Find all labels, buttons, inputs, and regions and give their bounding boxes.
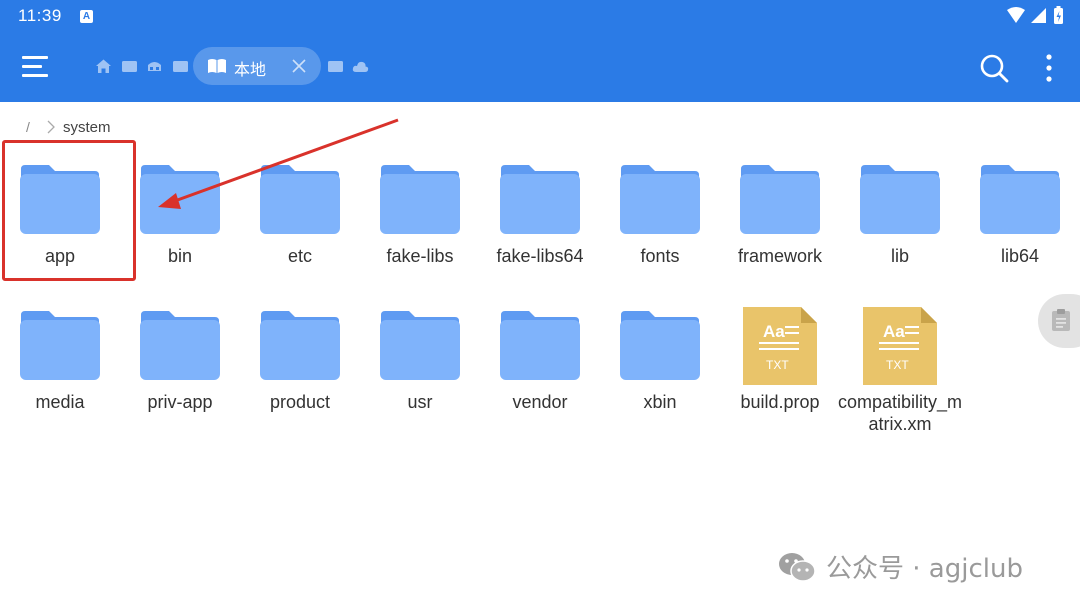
folder-item[interactable]: media — [0, 309, 120, 449]
svg-text:Aa: Aa — [763, 322, 785, 341]
item-label: fake-libs64 — [496, 246, 584, 266]
item-label: vendor — [512, 392, 568, 412]
item-label: media — [35, 392, 85, 412]
folder-icon — [380, 311, 460, 380]
folder-item[interactable]: product — [240, 309, 360, 449]
folder-item[interactable]: fonts — [600, 163, 720, 303]
path-root[interactable]: / — [26, 119, 30, 135]
folder-item[interactable]: lib64 — [960, 163, 1080, 303]
item-label: lib64 — [1000, 246, 1040, 266]
menu-icon — [22, 56, 48, 59]
side-panel-handle[interactable] — [1038, 294, 1080, 348]
item-label: xbin — [643, 392, 677, 412]
folder-icon — [500, 165, 580, 234]
folder-icon — [620, 311, 700, 380]
path-current[interactable]: system — [63, 119, 111, 136]
wifi-icon — [1007, 7, 1025, 23]
folder-item[interactable]: xbin — [600, 309, 720, 449]
search-icon[interactable] — [979, 53, 1009, 83]
item-label: build.prop — [740, 392, 820, 412]
clipboard-icon — [1052, 309, 1070, 331]
item-label: usr — [407, 392, 433, 412]
menu-button[interactable] — [22, 56, 48, 78]
app-bar: 11:39 A 本地 — [0, 0, 1080, 102]
svg-text:Aa: Aa — [883, 322, 905, 341]
svg-text:TXT: TXT — [886, 358, 909, 372]
file-item[interactable]: Aa TXT build.prop — [720, 305, 840, 445]
folder-item[interactable]: fake-libs — [360, 163, 480, 303]
home-icon[interactable] — [95, 58, 112, 75]
folder-icon — [500, 311, 580, 380]
tab-label: 本地 — [234, 60, 267, 79]
item-label: fake-libs — [386, 246, 454, 266]
folder-icon — [380, 165, 460, 234]
item-label: framework — [737, 246, 822, 266]
window-icon[interactable] — [327, 58, 344, 75]
svg-text:TXT: TXT — [766, 358, 789, 372]
folder-icon — [980, 165, 1060, 234]
status-icons — [1006, 6, 1066, 26]
folder-icon — [140, 165, 220, 234]
folder-icon — [20, 311, 100, 380]
close-icon[interactable] — [292, 59, 306, 73]
folder-icon — [860, 165, 940, 234]
folder-item[interactable]: vendor — [480, 309, 600, 449]
folder-item[interactable]: priv-app — [120, 309, 240, 449]
tab-local[interactable]: 本地 — [193, 47, 321, 85]
more-vertical-icon[interactable] — [1040, 52, 1058, 84]
folder-item[interactable]: fake-libs64 — [480, 163, 600, 303]
text-file-icon: Aa TXT — [743, 307, 817, 385]
folder-item[interactable]: framework — [720, 163, 840, 303]
cloud-icon[interactable] — [352, 58, 369, 75]
wechat-logo-icon — [779, 553, 816, 582]
item-label: priv-app — [147, 392, 213, 412]
folder-icon — [740, 165, 820, 234]
notification-badge: A — [80, 10, 93, 23]
folder-icon — [140, 311, 220, 380]
folder-item[interactable]: etc — [240, 163, 360, 303]
item-label: lib — [890, 246, 909, 266]
watermark-text: 公众号 · agjclub — [826, 554, 1023, 584]
item-label: compatibility_matrix.xm — [837, 392, 963, 434]
highlight-box — [2, 140, 136, 281]
folder-icon — [260, 311, 340, 380]
file-item[interactable]: Aa TXT compatibility_matrix.xm — [838, 305, 962, 445]
item-label: etc — [287, 246, 312, 266]
status-time: 11:39 — [18, 6, 62, 25]
toolbar: 本地 — [0, 34, 1080, 102]
menu-icon-line — [22, 74, 48, 77]
chevron-right-icon — [47, 120, 55, 134]
menu-icon-line — [22, 65, 42, 68]
network-icon[interactable] — [146, 58, 163, 75]
folder-item[interactable]: usr — [360, 309, 480, 449]
battery-icon — [1054, 6, 1063, 24]
folder-icon — [620, 165, 700, 234]
text-file-icon: Aa TXT — [863, 307, 937, 385]
window-icon[interactable] — [121, 58, 138, 75]
folder-item[interactable]: bin — [120, 163, 240, 303]
folder-icon — [260, 165, 340, 234]
item-label: fonts — [640, 246, 680, 266]
signal-icon — [1031, 8, 1046, 23]
book-icon — [208, 59, 226, 73]
status-bar: 11:39 A — [0, 0, 1080, 34]
item-label: product — [269, 392, 331, 412]
window-icon[interactable] — [172, 58, 189, 75]
folder-item[interactable]: lib — [840, 163, 960, 303]
